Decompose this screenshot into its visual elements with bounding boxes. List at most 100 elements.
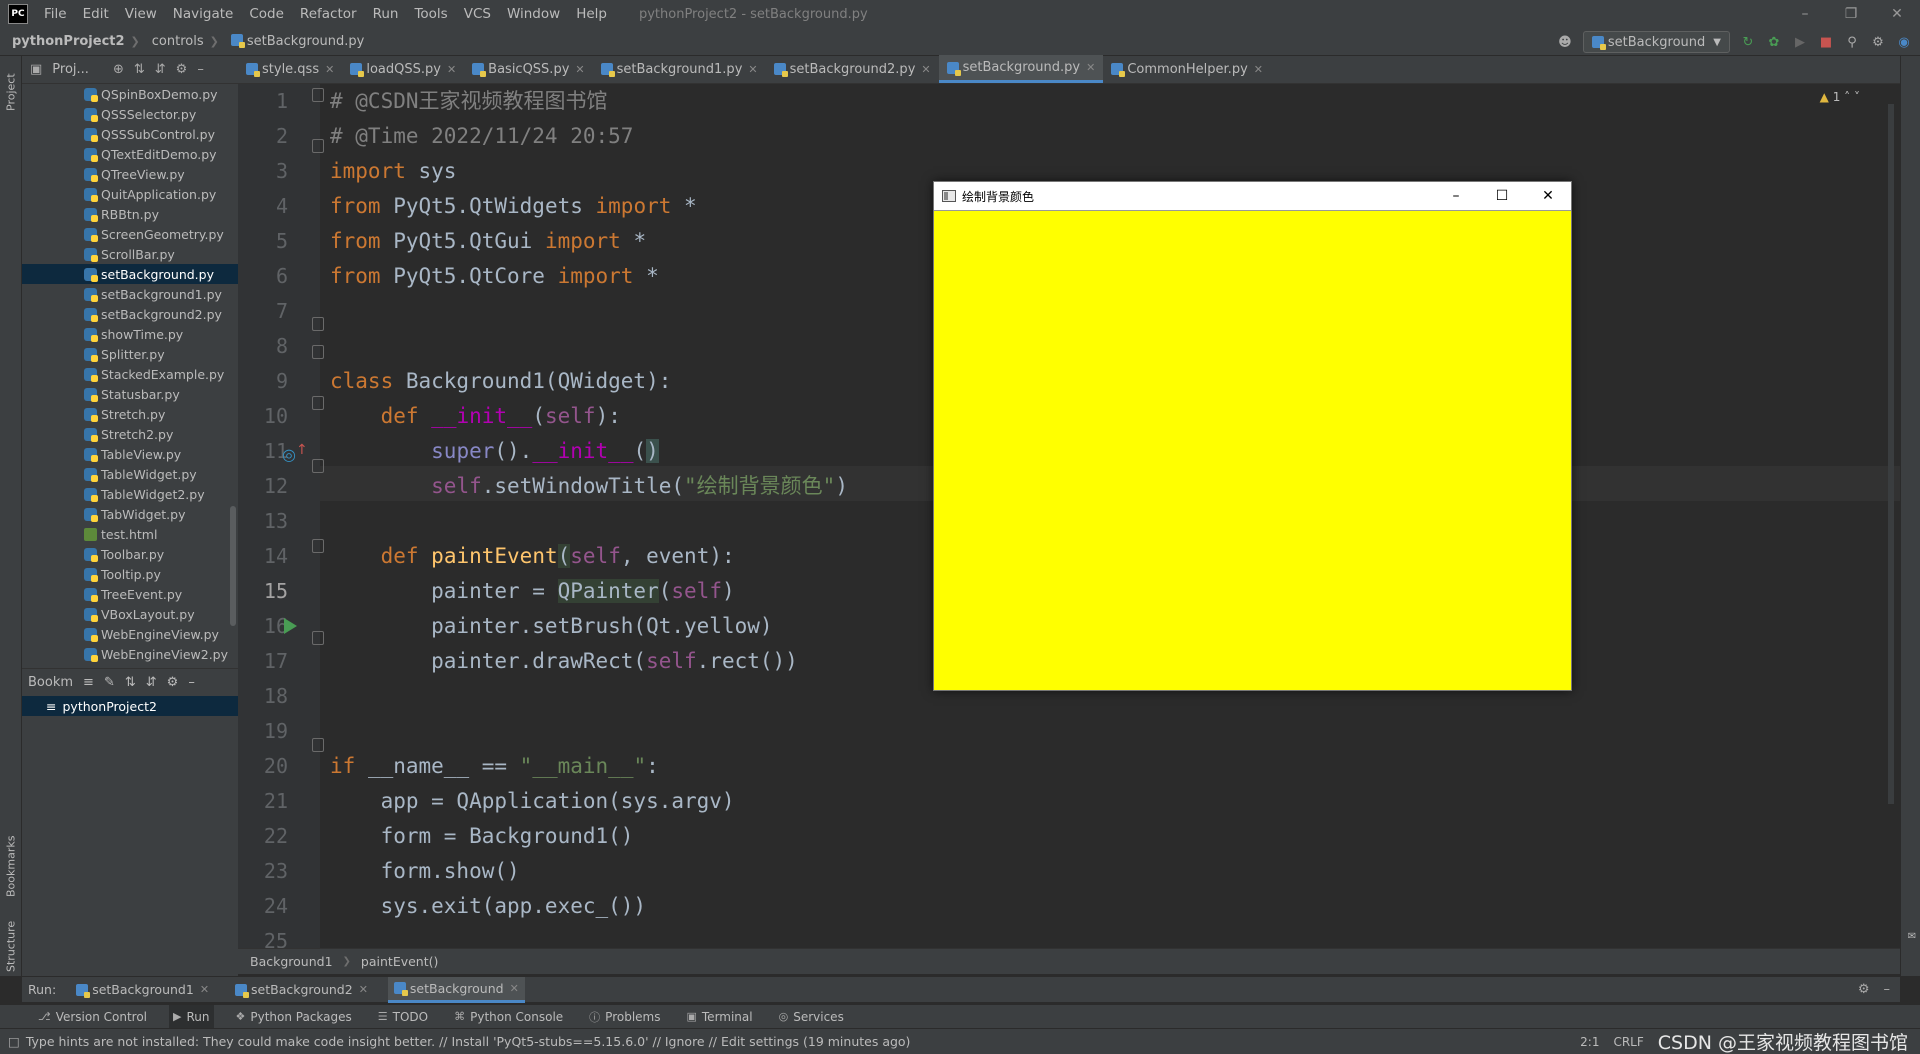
tool-window-button[interactable]: ◎ Services	[775, 1005, 848, 1029]
tree-item[interactable]: StackedExample.py	[22, 364, 238, 384]
tree-item[interactable]: WebEngineView2.py	[22, 644, 238, 664]
edit-icon[interactable]: ✎	[104, 675, 115, 690]
close-icon[interactable]: ✕	[1525, 182, 1571, 210]
menu-window[interactable]: Window	[505, 4, 562, 24]
override-marker-icon[interactable]: ◎	[282, 445, 296, 464]
tree-item[interactable]: TableWidget2.py	[22, 484, 238, 504]
close-tab-icon[interactable]: ✕	[447, 63, 456, 76]
editor-tab[interactable]: loadQSS.py ✕	[342, 55, 464, 83]
run-gutter-icon[interactable]	[284, 618, 297, 634]
fold-marker-icon[interactable]	[312, 459, 324, 473]
tree-item[interactable]: Statusbar.py	[22, 384, 238, 404]
rerun-icon[interactable]: ↻	[1740, 34, 1756, 50]
tree-item[interactable]: RBBtn.py	[22, 204, 238, 224]
tree-item[interactable]: test.html	[22, 524, 238, 544]
tool-window-button[interactable]: ⌘ Python Console	[450, 1005, 567, 1029]
hide-icon[interactable]: –	[188, 675, 195, 690]
stop-icon[interactable]: ■	[1818, 34, 1834, 50]
editor-scrollbar[interactable]	[1888, 104, 1894, 804]
fold-marker-icon[interactable]	[312, 317, 324, 331]
tree-item[interactable]: QSSSelector.py	[22, 104, 238, 124]
close-icon[interactable]: ✕	[1874, 0, 1920, 28]
menu-navigate[interactable]: Navigate	[171, 4, 236, 24]
status-message[interactable]: Type hints are not installed: They could…	[26, 1034, 911, 1049]
breadcrumb-project[interactable]: pythonProject2	[0, 34, 125, 49]
hide-icon[interactable]: –	[1884, 982, 1891, 997]
editor-tab[interactable]: style.qss ✕	[238, 55, 342, 83]
fold-marker-icon[interactable]	[312, 539, 324, 553]
editor-tab[interactable]: BasicQSS.py ✕	[464, 55, 592, 83]
tree-item[interactable]: Stretch2.py	[22, 424, 238, 444]
tree-item[interactable]: TabWidget.py	[22, 504, 238, 524]
tool-window-button[interactable]: ▣ Terminal	[682, 1005, 756, 1029]
collapse-all-icon[interactable]: ⇵	[155, 62, 166, 77]
tool-window-button[interactable]: ☰ TODO	[374, 1005, 432, 1029]
menu-view[interactable]: View	[123, 4, 159, 24]
breadcrumb-class[interactable]: Background1	[250, 954, 333, 969]
tree-item[interactable]: TableView.py	[22, 444, 238, 464]
breadcrumb-file[interactable]: setBackground.py	[219, 34, 364, 49]
tree-item[interactable]: setBackground2.py	[22, 304, 238, 324]
minimize-icon[interactable]: –	[1433, 182, 1479, 210]
tree-item[interactable]: QuitApplication.py	[22, 184, 238, 204]
expand-all-icon[interactable]: ⇅	[134, 62, 145, 77]
tree-scrollbar[interactable]	[230, 506, 236, 626]
editor-tab[interactable]: setBackground.py ✕	[938, 55, 1104, 83]
tree-item[interactable]: Tooltip.py	[22, 564, 238, 584]
debug-icon[interactable]: ✿	[1766, 34, 1782, 50]
tool-window-button[interactable]: ⓘ Problems	[585, 1005, 664, 1029]
close-tab-icon[interactable]: ✕	[510, 982, 519, 995]
menu-file[interactable]: File	[42, 4, 69, 24]
restore-icon[interactable]: ❐	[1828, 0, 1874, 28]
bookmark-item[interactable]: ≡ pythonProject2	[22, 696, 238, 716]
close-tab-icon[interactable]: ✕	[1254, 63, 1263, 76]
close-tab-icon[interactable]: ✕	[748, 63, 757, 76]
app-window[interactable]: 绘制背景颜色 – ☐ ✕	[933, 181, 1572, 691]
bookmarks-tool-tab[interactable]: Bookmarks	[2, 826, 20, 906]
close-tab-icon[interactable]: ✕	[575, 63, 584, 76]
cursor-position[interactable]: 2:1	[1580, 1035, 1599, 1049]
user-icon[interactable]: ☻	[1557, 34, 1573, 50]
close-tab-icon[interactable]: ✕	[325, 63, 334, 76]
tree-item[interactable]: setBackground.py	[22, 264, 238, 284]
gear-icon[interactable]: ⚙	[176, 62, 188, 77]
menu-vcs[interactable]: VCS	[462, 4, 493, 24]
editor-tab[interactable]: setBackground2.py ✕	[766, 55, 939, 83]
tree-item[interactable]: QTextEditDemo.py	[22, 144, 238, 164]
app-titlebar[interactable]: 绘制背景颜色 – ☐ ✕	[934, 182, 1571, 211]
coverage-icon[interactable]: ▶	[1792, 34, 1808, 50]
line-separator[interactable]: CRLF	[1613, 1035, 1643, 1049]
minimize-icon[interactable]: –	[1782, 0, 1828, 28]
tree-item[interactable]: QSpinBoxDemo.py	[22, 84, 238, 104]
close-tab-icon[interactable]: ✕	[921, 63, 930, 76]
tool-window-button[interactable]: ⎇ Version Control	[34, 1005, 151, 1029]
project-panel-title[interactable]: Proj...	[52, 62, 89, 77]
fold-marker-icon[interactable]	[312, 345, 324, 359]
gear-icon[interactable]: ⚙	[1870, 34, 1886, 50]
menu-edit[interactable]: Edit	[81, 4, 111, 24]
list-icon[interactable]: ≡	[83, 675, 94, 690]
close-tab-icon[interactable]: ✕	[1086, 61, 1095, 74]
tool-window-button[interactable]: ▶ Run	[169, 1004, 214, 1029]
tree-item[interactable]: Splitter.py	[22, 344, 238, 364]
tree-item[interactable]: WebEngineView.py	[22, 624, 238, 644]
menu-tools[interactable]: Tools	[412, 4, 449, 24]
breadcrumb-method[interactable]: paintEvent()	[361, 954, 438, 969]
run-tab[interactable]: setBackground ✕	[387, 976, 525, 1003]
bookmarks-title[interactable]: Bookm	[28, 675, 73, 690]
structure-tool-tab[interactable]: Structure	[2, 916, 20, 976]
tree-item[interactable]: setBackground1.py	[22, 284, 238, 304]
warning-indicator[interactable]: ▲ 1 ˄ ˅	[1820, 90, 1860, 104]
editor-tab[interactable]: CommonHelper.py ✕	[1103, 55, 1271, 83]
menu-refactor[interactable]: Refactor	[298, 4, 359, 24]
run-tab[interactable]: setBackground1 ✕	[70, 977, 215, 1003]
menu-code[interactable]: Code	[247, 4, 286, 24]
tree-item[interactable]: TableWidget.py	[22, 464, 238, 484]
project-tool-tab[interactable]: Project	[2, 62, 20, 122]
tree-item[interactable]: ScreenGeometry.py	[22, 224, 238, 244]
tree-item[interactable]: Toolbar.py	[22, 544, 238, 564]
hide-icon[interactable]: –	[197, 62, 204, 77]
tree-item[interactable]: Stretch.py	[22, 404, 238, 424]
editor-tab[interactable]: setBackground1.py ✕	[593, 55, 766, 83]
run-tab[interactable]: setBackground2 ✕	[229, 977, 374, 1003]
